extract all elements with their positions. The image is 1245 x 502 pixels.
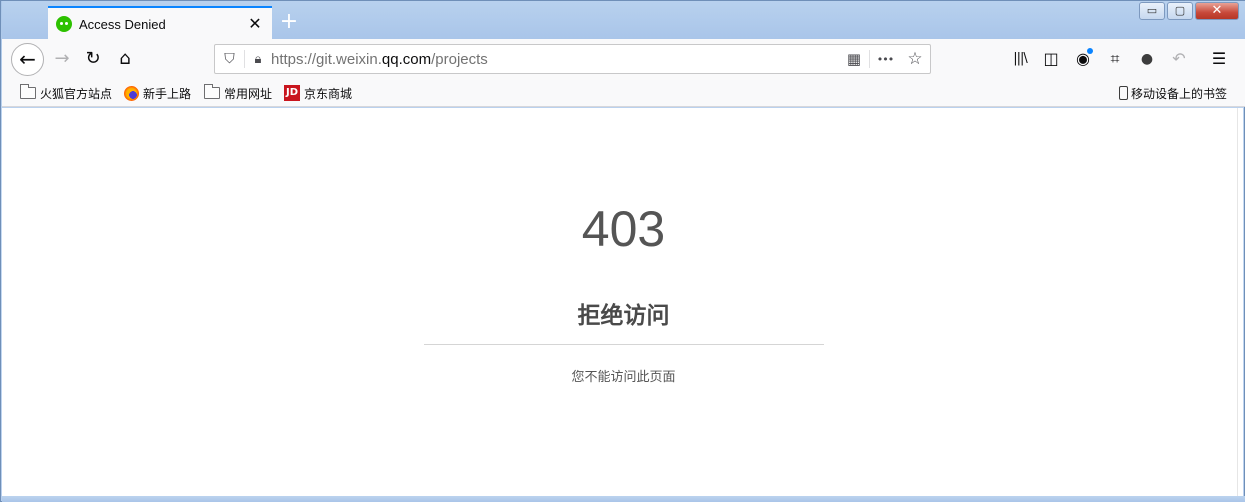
bookmark-label: 火狐官方站点	[40, 86, 113, 101]
close-window-button[interactable]: ✕	[1195, 2, 1239, 20]
notification-dot	[1087, 48, 1093, 54]
screenshot-crop-icon[interactable]: ⌗	[1103, 47, 1127, 71]
window-controls: ▭ ▢ ✕	[1137, 2, 1239, 20]
account-icon[interactable]: ◉	[1071, 47, 1095, 71]
home-button[interactable]: ⌂	[113, 47, 137, 71]
undo-icon[interactable]: ↶	[1167, 47, 1191, 71]
back-button[interactable]: ←	[11, 43, 44, 76]
bookmarks-toolbar: 火狐官方站点 新手上路 常用网址 JD 京东商城 移动设备上的书签	[2, 79, 1245, 107]
browser-window: Access Denied ✕ + ▭ ▢ ✕ ← → ↻ ⌂ ⛉ 🔒︎ htt…	[0, 0, 1245, 502]
library-icon[interactable]: |||\	[1008, 47, 1032, 71]
url-prefix: https://git.weixin.	[271, 50, 382, 68]
qr-code-icon[interactable]: ▦	[839, 50, 869, 68]
scrollbar-track	[1237, 108, 1243, 496]
page-actions-icon[interactable]: •••	[870, 53, 900, 66]
bookmark-label: 京东商城	[304, 86, 353, 101]
url-text[interactable]: https://git.weixin.qq.com/projects	[271, 51, 839, 68]
forward-button[interactable]: →	[50, 47, 74, 71]
tab-access-denied[interactable]: Access Denied ✕	[48, 6, 272, 40]
tracking-shield-icon[interactable]: ⛉	[215, 50, 245, 68]
window-bottom-border	[2, 496, 1245, 502]
close-tab-icon[interactable]: ✕	[246, 15, 264, 33]
mobile-bookmarks[interactable]: 移动设备上的书签	[1119, 84, 1227, 102]
lock-icon[interactable]: 🔒︎	[245, 52, 271, 67]
bookmark-jd-mall[interactable]: JD 京东商城	[284, 84, 352, 102]
jd-icon: JD	[284, 85, 300, 101]
bookmark-label: 常用网址	[224, 86, 273, 101]
tab-title: Access Denied	[79, 16, 166, 32]
mobile-bookmarks-label: 移动设备上的书签	[1131, 86, 1228, 101]
sidebar-icon[interactable]: ◫	[1039, 47, 1063, 71]
minimize-button[interactable]: ▭	[1139, 2, 1165, 20]
bookmark-label: 新手上路	[143, 86, 192, 101]
folder-icon	[204, 84, 220, 99]
url-domain: qq.com	[381, 50, 432, 68]
url-path: /projects	[431, 50, 488, 68]
bookmark-firefox-official[interactable]: 火狐官方站点	[20, 84, 112, 102]
url-bar[interactable]: ⛉ 🔒︎ https://git.weixin.qq.com/projects …	[214, 44, 931, 74]
bookmark-common-sites[interactable]: 常用网址	[204, 84, 272, 102]
folder-icon	[20, 84, 36, 99]
mobile-phone-icon	[1119, 86, 1128, 100]
reload-button[interactable]: ↻	[81, 47, 105, 71]
page-content: 403 拒绝访问 您不能访问此页面	[2, 108, 1239, 496]
wechat-icon	[56, 16, 72, 32]
error-heading: 拒绝访问	[577, 303, 670, 329]
error-message: 您不能访问此页面	[571, 370, 676, 385]
error-code: 403	[581, 201, 666, 257]
hamburger-menu-icon[interactable]: ☰	[1207, 47, 1231, 71]
bookmark-getting-started[interactable]: 新手上路	[124, 84, 191, 102]
new-tab-button[interactable]: +	[278, 9, 300, 35]
divider	[424, 344, 824, 345]
navigation-toolbar: ← → ↻ ⌂ ⛉ 🔒︎ https://git.weixin.qq.com/p…	[2, 39, 1245, 79]
bookmark-star-icon[interactable]: ☆	[900, 49, 930, 69]
chat-bubble-icon[interactable]: ●	[1135, 47, 1159, 71]
firefox-icon	[124, 85, 139, 101]
maximize-button[interactable]: ▢	[1167, 2, 1193, 20]
tab-strip: Access Denied ✕ + ▭ ▢ ✕	[2, 1, 1245, 40]
